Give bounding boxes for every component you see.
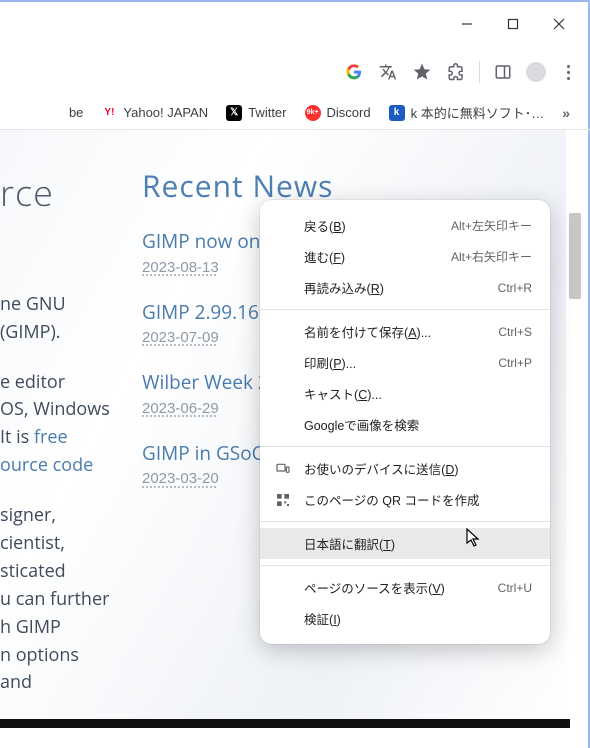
body-text: ne GNU (GIMP). e editor OS, Windows It i… xyxy=(0,291,114,698)
google-icon[interactable] xyxy=(343,61,365,83)
discord-icon: 9k+ xyxy=(305,105,321,121)
window-maximize-button[interactable] xyxy=(490,5,536,43)
shortcut-text: Ctrl+R xyxy=(498,281,532,295)
separator xyxy=(260,565,550,566)
shortcut-text: Alt+左矢印キー xyxy=(451,217,532,234)
ctx-back[interactable]: 戻る(B) Alt+左矢印キー xyxy=(260,210,550,241)
bookmarks-overflow-icon[interactable]: » xyxy=(562,105,570,121)
ctx-google-image-search[interactable]: Googleで画像を検索 xyxy=(260,409,550,440)
translate-icon[interactable] xyxy=(377,61,399,83)
ctx-translate-to-japanese[interactable]: 日本語に翻訳(T) xyxy=(260,528,550,559)
shortcut-text: Alt+右矢印キー xyxy=(451,248,532,265)
profile-avatar[interactable] xyxy=(526,62,546,82)
window-close-button[interactable] xyxy=(536,5,582,43)
bookmark-label: Yahoo! JAPAN xyxy=(123,105,208,120)
bookmark-star-icon[interactable] xyxy=(411,61,433,83)
bookmark-item[interactable]: Y! Yahoo! JAPAN xyxy=(101,105,208,121)
qr-icon xyxy=(274,491,292,509)
shortcut-text: Ctrl+S xyxy=(498,325,532,339)
k-icon: k xyxy=(389,105,405,121)
scrollbar-thumb[interactable] xyxy=(569,213,581,299)
shortcut-text: Ctrl+U xyxy=(498,581,532,595)
news-date: 2023-08-13 xyxy=(142,259,219,276)
bookmark-label: k 本的に無料ソフト･… xyxy=(411,103,545,122)
ctx-send-to-device[interactable]: お使いのデバイスに送信(D) xyxy=(260,453,550,484)
shortcut-text: Ctrl+P xyxy=(498,356,532,370)
cursor-icon xyxy=(466,528,482,553)
ctx-reload[interactable]: 再読み込み(R) Ctrl+R xyxy=(260,272,550,303)
bookmark-item[interactable]: be xyxy=(69,105,83,120)
free-software-link[interactable]: free xyxy=(34,425,68,449)
taskbar-fragment xyxy=(0,719,570,728)
news-date: 2023-03-20 xyxy=(142,470,219,487)
ctx-view-source[interactable]: ページのソースを表示(V) Ctrl+U xyxy=(260,572,550,603)
ctx-inspect[interactable]: 検証(I) xyxy=(260,603,550,634)
chrome-menu-button[interactable] xyxy=(558,65,578,80)
devices-icon xyxy=(274,460,292,478)
bookmark-label: be xyxy=(69,105,83,120)
bookmark-item[interactable]: 9k+ Discord xyxy=(305,105,371,121)
ctx-save-as[interactable]: 名前を付けて保存(A)... Ctrl+S xyxy=(260,316,550,347)
bookmark-label: Discord xyxy=(327,105,371,120)
separator xyxy=(260,309,550,310)
side-panel-icon[interactable] xyxy=(492,61,514,83)
ctx-cast[interactable]: キャスト(C)... xyxy=(260,378,550,409)
ctx-print[interactable]: 印刷(P)... Ctrl+P xyxy=(260,347,550,378)
ctx-forward[interactable]: 進む(F) Alt+右矢印キー xyxy=(260,241,550,272)
separator xyxy=(260,521,550,522)
news-date: 2023-07-09 xyxy=(142,329,219,346)
separator xyxy=(479,61,480,83)
bookmark-label: Twitter xyxy=(248,105,286,120)
ctx-create-qr[interactable]: このページの QR コードを作成 xyxy=(260,484,550,515)
bookmark-item[interactable]: k k 本的に無料ソフト･… xyxy=(389,103,545,122)
window-minimize-button[interactable] xyxy=(444,5,490,43)
bookmark-item[interactable]: 𝕏 Twitter xyxy=(226,105,286,121)
source-code-link[interactable]: ource code xyxy=(0,452,114,480)
x-icon: 𝕏 xyxy=(226,105,242,121)
yahoo-icon: Y! xyxy=(101,105,117,121)
context-menu: 戻る(B) Alt+左矢印キー 進む(F) Alt+右矢印キー 再読み込み(R)… xyxy=(260,200,550,644)
extensions-icon[interactable] xyxy=(445,61,467,83)
page-heading-fragment: rce xyxy=(0,168,54,217)
separator xyxy=(260,446,550,447)
news-date: 2023-06-29 xyxy=(142,400,219,417)
